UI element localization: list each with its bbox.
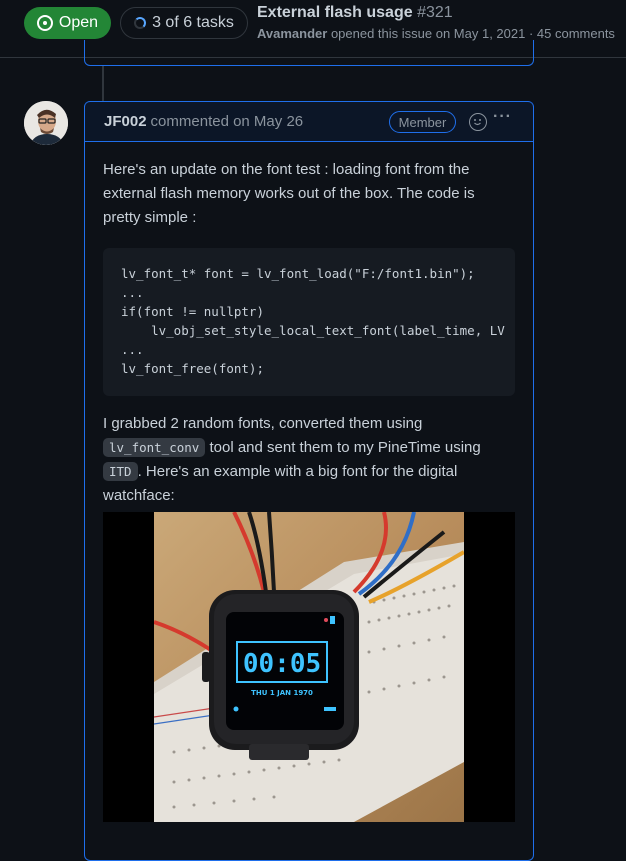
comment-box: JF002 commented on May 26 Member ··· Her… — [84, 101, 534, 861]
comment-body: Here's an update on the font test : load… — [85, 142, 533, 838]
inline-code-itd: ITD — [103, 462, 138, 481]
watch-time: 00:05 — [243, 649, 321, 679]
kebab-menu-icon[interactable]: ··· — [493, 108, 512, 126]
code-block: lv_font_t* font = lv_font_load("F:/font1… — [103, 248, 515, 396]
issue-title-text: External flash usage — [257, 4, 413, 21]
watch-photo[interactable]: 00:05 THU 1 JAN 1970 — [103, 512, 515, 822]
tasks-label: 3 of 6 tasks — [152, 14, 234, 31]
avatar-image — [24, 101, 68, 145]
issue-number: #321 — [417, 4, 453, 21]
comment-header: JF002 commented on May 26 Member ··· — [85, 102, 533, 142]
progress-ring-icon — [134, 17, 147, 29]
para-text-1: I grabbed 2 random fonts, converted them… — [103, 415, 423, 432]
para-text-3: . Here's an example with a big font for … — [103, 463, 458, 504]
inline-code-lv-font-conv: lv_font_conv — [103, 438, 206, 457]
comment-intro: Here's an update on the font test : load… — [103, 161, 475, 226]
previous-comment-box — [84, 40, 534, 66]
comment-timestamp[interactable]: commented on May 26 — [151, 113, 304, 130]
timeline-connector — [102, 66, 104, 102]
issue-state-badge: Open — [24, 7, 111, 39]
issue-meta: Avamander opened this issue on May 1, 20… — [257, 26, 615, 41]
issue-meta-text: opened this issue on May 1, 2021 · 45 co… — [327, 26, 615, 41]
comment-author[interactable]: JF002 — [104, 113, 147, 130]
issue-opened-icon — [36, 15, 53, 31]
comment-paragraph: I grabbed 2 random fonts, converted them… — [103, 412, 515, 508]
watch-photo-content: 00:05 THU 1 JAN 1970 — [154, 512, 464, 822]
tasks-progress-badge[interactable]: 3 of 6 tasks — [120, 7, 248, 39]
member-badge: Member — [389, 111, 456, 133]
watch-date: THU 1 JAN 1970 — [251, 689, 313, 697]
issue-state-label: Open — [58, 14, 99, 31]
issue-author-link[interactable]: Avamander — [257, 26, 327, 41]
add-reaction-icon[interactable] — [469, 113, 487, 131]
avatar[interactable] — [24, 101, 68, 145]
para-text-2: tool and sent them to my PineTime using — [205, 439, 481, 456]
issue-title: External flash usage #321 — [257, 4, 453, 22]
pinetime-photo: 00:05 THU 1 JAN 1970 — [154, 512, 464, 822]
